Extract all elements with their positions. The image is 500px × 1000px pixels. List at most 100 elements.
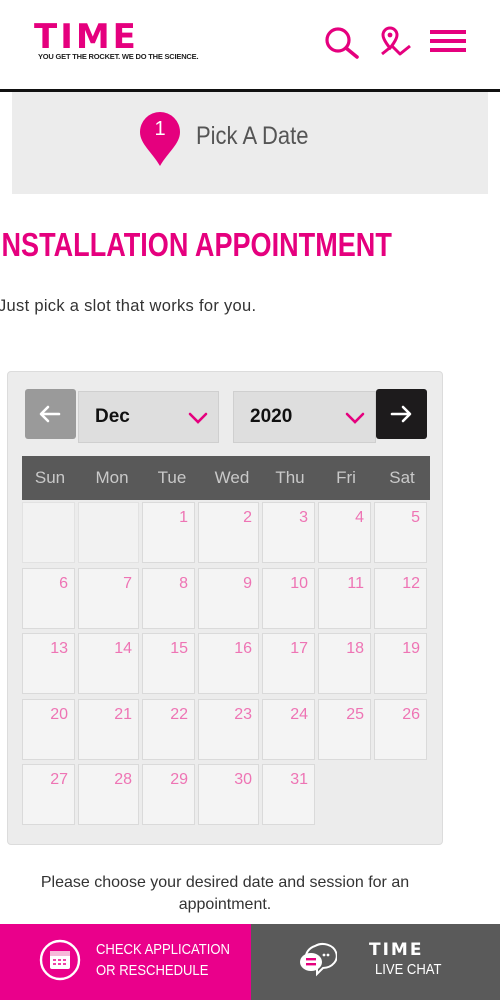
day-cell[interactable]: 6	[22, 567, 75, 629]
day-number: 13	[50, 640, 68, 657]
step-label: Pick A Date	[196, 122, 309, 150]
live-chat-label: LIVE CHAT	[375, 962, 442, 978]
menu-icon[interactable]	[428, 24, 468, 60]
coverage-map-icon[interactable]	[376, 24, 416, 60]
chevron-down-icon	[345, 412, 365, 424]
day-cell[interactable]: 4	[318, 502, 371, 563]
weekday-header: Sun Mon Tue Wed Thu Fri Sat	[22, 456, 430, 500]
page-subtitle: Just pick a slot that works for you.	[0, 297, 257, 315]
day-number: 7	[123, 574, 132, 592]
day-cell[interactable]: 11	[318, 567, 371, 629]
day-cell-empty	[374, 764, 427, 825]
month-select-value: Dec	[95, 406, 130, 427]
day-number: 3	[299, 509, 308, 526]
day-cell[interactable]: 21	[78, 698, 139, 760]
day-cell[interactable]: 24	[262, 698, 315, 760]
day-cell-empty	[318, 764, 371, 825]
day-cell[interactable]: 16	[198, 633, 259, 694]
day-number: 10	[290, 574, 308, 592]
selection-instruction: Please choose your desired date and sess…	[40, 874, 410, 913]
day-cell[interactable]: 14	[78, 633, 139, 694]
check-application-button[interactable]: CHECK APPLICATION OR RESCHEDULE	[0, 924, 251, 1000]
day-cell[interactable]: 28	[78, 764, 139, 825]
arrow-left-icon	[39, 405, 61, 423]
day-number: 27	[50, 771, 68, 788]
check-application-line1: CHECK APPLICATION	[96, 942, 230, 958]
day-cell-empty	[22, 502, 75, 563]
day-number: 2	[243, 509, 252, 526]
weekday-2: Tue	[157, 468, 187, 487]
day-cell[interactable]: 19	[374, 633, 427, 694]
day-number: 23	[234, 705, 252, 723]
day-cell[interactable]: 18	[318, 633, 371, 694]
step-banner: 1 Pick A Date	[12, 92, 488, 194]
step-number: 1	[154, 118, 166, 140]
day-cell[interactable]: 15	[142, 633, 195, 694]
day-cell[interactable]: 27	[22, 764, 75, 825]
day-number: 14	[114, 640, 132, 657]
day-number: 24	[290, 705, 308, 723]
day-cell[interactable]: 12	[374, 567, 427, 629]
day-cell[interactable]: 31	[262, 764, 315, 825]
search-icon[interactable]	[322, 24, 362, 60]
day-number: 18	[346, 640, 364, 657]
day-number: 5	[411, 509, 420, 526]
day-number: 8	[179, 574, 188, 592]
day-cell[interactable]: 9	[198, 567, 259, 629]
day-number: 31	[290, 771, 308, 788]
day-cell[interactable]: 17	[262, 633, 315, 694]
weekday-0: Sun	[34, 468, 66, 487]
day-number: 28	[114, 771, 132, 788]
day-cell[interactable]: 22	[142, 698, 195, 760]
live-chat-button[interactable]: TIME LIVE CHAT	[251, 924, 500, 1000]
next-month-button[interactable]	[376, 389, 427, 439]
app-header: TIME YOU GET THE ROCKET. WE DO THE SCIEN…	[0, 0, 500, 92]
day-cell[interactable]: 26	[374, 698, 427, 760]
chat-bubble-icon	[300, 943, 337, 977]
day-number: 21	[114, 705, 132, 723]
day-number: 11	[347, 574, 364, 592]
day-number: 17	[290, 640, 308, 657]
month-select[interactable]: Dec	[78, 391, 219, 443]
day-number: 12	[402, 574, 420, 592]
day-number: 16	[234, 640, 252, 657]
day-number: 25	[346, 705, 364, 723]
day-cell[interactable]: 20	[22, 698, 75, 760]
day-number: 4	[355, 509, 364, 526]
year-select[interactable]: 2020	[233, 391, 376, 443]
day-cell[interactable]: 8	[142, 567, 195, 629]
logo-tagline: YOU GET THE ROCKET. WE DO THE SCIENCE.	[38, 52, 199, 61]
weekday-3: Wed	[214, 468, 250, 487]
step-number-pin: 1	[138, 110, 182, 168]
day-number: 9	[243, 574, 252, 592]
day-cell[interactable]: 2	[198, 502, 259, 563]
day-number: 19	[402, 640, 420, 657]
date-picker-calendar: Dec 2020 Sun Mon Tue Wed Thu Fri Sat 123456789…	[7, 371, 443, 845]
day-cell[interactable]: 23	[198, 698, 259, 760]
day-cell[interactable]: 10	[262, 567, 315, 629]
day-cell[interactable]: 29	[142, 764, 195, 825]
calendar-refresh-icon	[39, 939, 81, 981]
check-application-line2: OR RESCHEDULE	[96, 963, 209, 979]
chevron-down-icon	[188, 412, 208, 424]
day-number: 22	[170, 705, 188, 723]
day-cell[interactable]: 13	[22, 633, 75, 694]
day-cell[interactable]: 5	[374, 502, 427, 563]
time-logo[interactable]: TIME YOU GET THE ROCKET. WE DO THE SCIEN…	[34, 20, 199, 64]
day-number: 29	[170, 771, 188, 788]
day-number: 26	[402, 705, 420, 723]
weekday-1: Mon	[95, 468, 129, 487]
day-number: 6	[59, 574, 68, 592]
day-number: 1	[179, 509, 188, 526]
day-cell-empty	[78, 502, 139, 563]
previous-month-button[interactable]	[25, 389, 76, 439]
arrow-right-icon	[390, 405, 412, 423]
day-cell[interactable]: 3	[262, 502, 315, 563]
day-cell[interactable]: 1	[142, 502, 195, 563]
day-cell[interactable]: 30	[198, 764, 259, 825]
chat-logo: TIME	[369, 940, 424, 960]
day-cell[interactable]: 25	[318, 698, 371, 760]
day-number: 15	[170, 640, 188, 657]
year-select-value: 2020	[250, 406, 293, 427]
day-cell[interactable]: 7	[78, 567, 139, 629]
